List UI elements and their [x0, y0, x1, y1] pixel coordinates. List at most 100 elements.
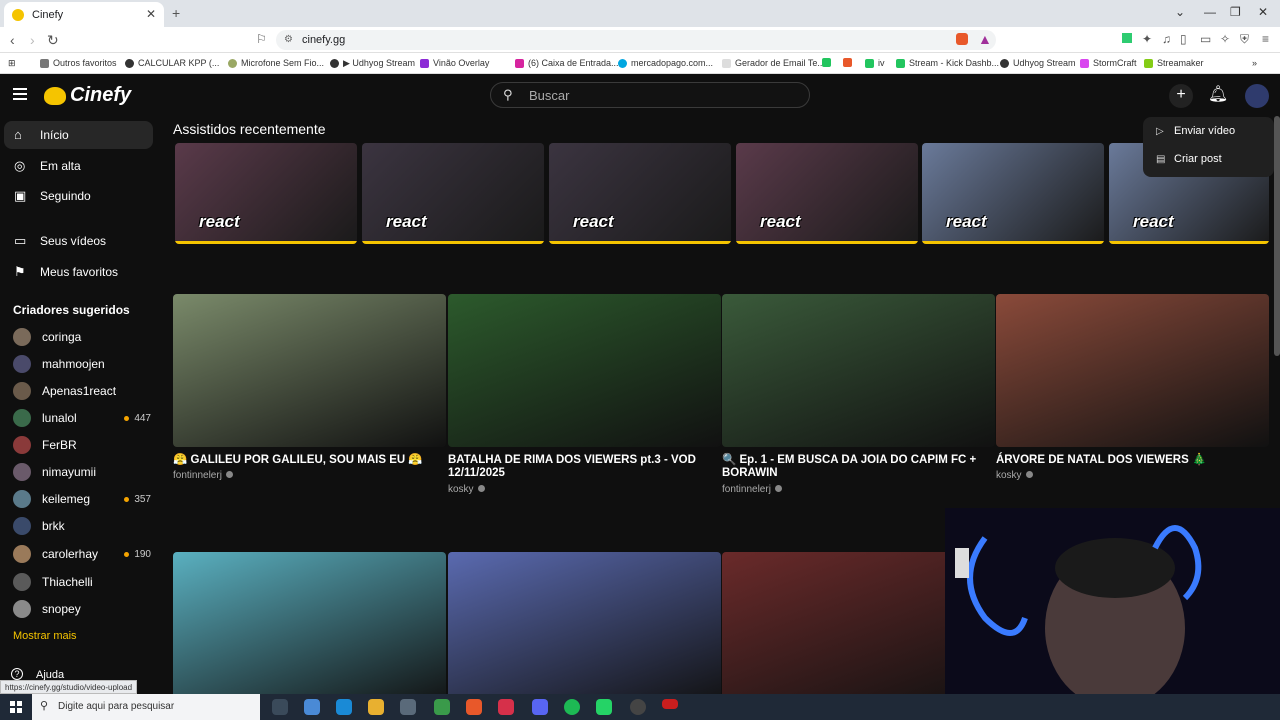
- creator-item[interactable]: carolerhay 190: [13, 544, 153, 564]
- bookmark-item[interactable]: Gerador de Email Te...: [722, 58, 825, 68]
- creator-item[interactable]: Thiachelli: [13, 572, 153, 592]
- creator-item[interactable]: snopey: [13, 599, 153, 619]
- site-info-icon[interactable]: ⚙: [284, 34, 293, 45]
- brave-shields-icon[interactable]: [956, 33, 968, 45]
- bookmark-item[interactable]: [822, 58, 835, 67]
- video-author[interactable]: fontinnelerj: [722, 484, 782, 495]
- bookmark-item[interactable]: (6) Caixa de Entrada...: [515, 58, 619, 68]
- video-thumbnail[interactable]: [996, 294, 1269, 447]
- spotify-icon[interactable]: [564, 699, 580, 715]
- sidebar-item-seus-videos[interactable]: ▭ Seus vídeos: [4, 227, 153, 255]
- minimize-icon[interactable]: —: [1204, 5, 1216, 19]
- sidebar-item-seguindo[interactable]: ▣ Seguindo: [4, 182, 153, 210]
- creator-item[interactable]: keilemeg 357: [13, 489, 153, 509]
- bookmark-page-icon[interactable]: ⚐: [256, 32, 267, 46]
- video-author[interactable]: kosky: [996, 470, 1033, 481]
- sidebar-item-em-alta[interactable]: ◎ Em alta: [4, 152, 153, 180]
- bookmark-item[interactable]: Stream - Kick Dashb...: [896, 58, 999, 68]
- leo-ai-icon[interactable]: ✧: [1220, 32, 1230, 46]
- video-title[interactable]: ÁRVORE DE NATAL DOS VIEWERS 🎄: [996, 454, 1266, 467]
- obs-icon[interactable]: [630, 699, 646, 715]
- vpn-icon[interactable]: ⛨: [1240, 32, 1249, 47]
- extensions-icon[interactable]: ✦: [1142, 32, 1152, 46]
- creator-item[interactable]: Apenas1react: [13, 381, 153, 401]
- create-post-menu-item[interactable]: ▤ Criar post: [1156, 153, 1222, 165]
- reload-icon[interactable]: ↻: [47, 32, 59, 49]
- video-thumbnail[interactable]: [722, 294, 995, 447]
- upload-video-menu-item[interactable]: ▷ Enviar vídeo: [1156, 125, 1235, 137]
- creator-item[interactable]: coringa: [13, 327, 153, 347]
- cinefy-logo[interactable]: Cinefy: [44, 84, 131, 107]
- copilot-icon[interactable]: [304, 699, 320, 715]
- bookmark-item[interactable]: Streamaker: [1144, 58, 1204, 68]
- recent-video-thumbnail[interactable]: react: [922, 143, 1104, 244]
- menu-icon[interactable]: ≡: [1262, 32, 1269, 46]
- video-title[interactable]: BATALHA DE RIMA DOS VIEWERS pt.3 - VOD 1…: [448, 454, 718, 480]
- bookmark-item[interactable]: Outros favoritos: [40, 58, 117, 68]
- user-avatar[interactable]: [1245, 84, 1269, 108]
- notifications-bell-icon[interactable]: 🔔︎: [1206, 84, 1230, 108]
- more-bookmarks-icon[interactable]: »: [1252, 58, 1257, 68]
- hamburger-menu-icon[interactable]: [13, 88, 27, 100]
- recent-video-thumbnail[interactable]: react: [175, 143, 357, 244]
- discord-icon[interactable]: [532, 699, 548, 715]
- maximize-icon[interactable]: ❐: [1230, 5, 1241, 19]
- app-icon[interactable]: [400, 699, 416, 715]
- brave-rewards-icon[interactable]: ▲: [978, 31, 992, 47]
- sidebar-item-meus-favoritos[interactable]: ⚑ Meus favoritos: [4, 258, 153, 286]
- video-title[interactable]: 😤 GALILEU POR GALILEU, SOU MAIS EU 😤: [173, 454, 443, 467]
- extension-icon[interactable]: [1122, 33, 1132, 43]
- new-tab-icon[interactable]: +: [172, 5, 180, 21]
- search-input[interactable]: ⚲ Buscar: [490, 82, 810, 108]
- task-view-icon[interactable]: [272, 699, 288, 715]
- page-scrollbar[interactable]: [1274, 116, 1280, 356]
- brave-icon[interactable]: [466, 699, 482, 715]
- apps-icon[interactable]: ⊞: [8, 58, 16, 69]
- creator-item[interactable]: brkk: [13, 516, 153, 536]
- creator-item[interactable]: nimayumii: [13, 462, 153, 482]
- browser-tab[interactable]: Cinefy ✕: [4, 2, 164, 27]
- bookmark-item[interactable]: CALCULAR KPP (...: [125, 58, 219, 68]
- media-icon[interactable]: ♫: [1162, 32, 1171, 46]
- bookmark-item[interactable]: ▶ Udhyog Stream: [330, 58, 415, 69]
- edge-icon[interactable]: [336, 699, 352, 715]
- vegas-icon[interactable]: [498, 699, 514, 715]
- url-field[interactable]: ⚙ cinefy.gg: [276, 30, 996, 50]
- bookmark-item[interactable]: iv: [865, 58, 885, 68]
- bookmark-item[interactable]: StormCraft: [1080, 58, 1137, 68]
- show-more-link[interactable]: Mostrar mais: [13, 630, 77, 642]
- video-author[interactable]: fontinnelerj: [173, 470, 233, 481]
- back-icon[interactable]: ‹: [10, 32, 15, 48]
- wallet-icon[interactable]: ▭: [1200, 32, 1211, 46]
- bookmark-item[interactable]: Vinão Overlay: [420, 58, 489, 68]
- chrome-icon[interactable]: [434, 699, 450, 715]
- whatsapp-icon[interactable]: [596, 699, 612, 715]
- taskbar-search-input[interactable]: ⚲ Digite aqui para pesquisar: [32, 694, 260, 720]
- sidebar-toggle-icon[interactable]: ▯: [1180, 32, 1187, 46]
- windows-start-icon[interactable]: [10, 701, 22, 713]
- close-tab-icon[interactable]: ✕: [146, 7, 156, 21]
- forward-icon[interactable]: ›: [30, 32, 35, 48]
- recent-video-thumbnail[interactable]: react: [736, 143, 918, 244]
- video-thumbnail[interactable]: [448, 552, 721, 705]
- tab-search-icon[interactable]: ⌄: [1175, 5, 1185, 19]
- creator-item[interactable]: lunalol 447: [13, 408, 153, 428]
- video-author[interactable]: kosky: [448, 484, 485, 495]
- creator-item[interactable]: mahmoojen: [13, 354, 153, 374]
- video-thumbnail[interactable]: [448, 294, 721, 447]
- file-explorer-icon[interactable]: [368, 699, 384, 715]
- bookmark-item[interactable]: Udhyog Stream: [1000, 58, 1076, 68]
- bookmark-item[interactable]: Microfone Sem Fio...: [228, 58, 324, 68]
- creator-item[interactable]: FerBR: [13, 435, 153, 455]
- video-title[interactable]: 🔍 Ep. 1 - EM BUSCA DA JOIA DO CAPIM FC +…: [722, 454, 992, 480]
- bookmark-item[interactable]: [843, 58, 856, 67]
- close-window-icon[interactable]: ✕: [1258, 5, 1268, 19]
- recent-video-thumbnail[interactable]: react: [362, 143, 544, 244]
- recent-video-thumbnail[interactable]: react: [549, 143, 731, 244]
- sidebar-item-inicio[interactable]: ⌂ Início: [4, 121, 153, 149]
- create-button[interactable]: +: [1169, 84, 1193, 108]
- video-thumbnail[interactable]: [173, 294, 446, 447]
- bookmark-item[interactable]: mercadopago.com...: [618, 58, 713, 68]
- video-thumbnail[interactable]: [173, 552, 446, 705]
- video-app-icon[interactable]: [662, 699, 678, 709]
